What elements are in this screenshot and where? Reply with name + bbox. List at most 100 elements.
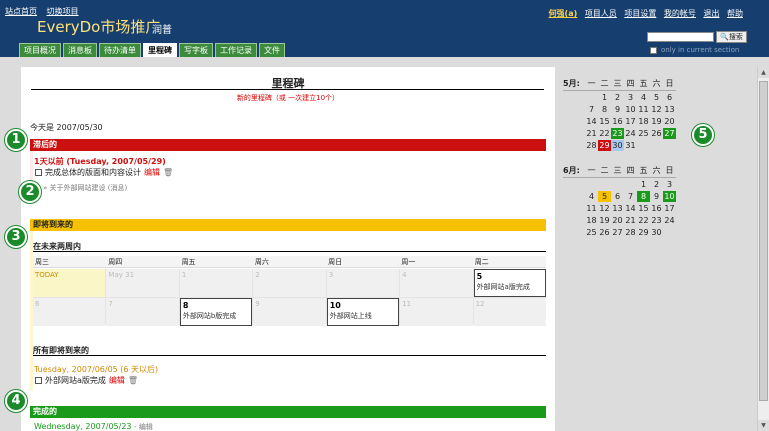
mini-calendar-day[interactable]: 23 — [650, 215, 663, 226]
mini-calendar-weekday: 日 — [665, 79, 674, 88]
mini-calendar-day[interactable]: 26 — [650, 128, 663, 139]
mini-calendar-day[interactable]: 8 — [598, 104, 611, 115]
mini-calendar-day[interactable]: 18 — [585, 215, 598, 226]
mini-calendar-day[interactable]: 17 — [624, 116, 637, 127]
help-link[interactable]: 帮助 — [727, 9, 743, 18]
mini-calendar-day[interactable]: 13 — [663, 104, 676, 115]
mini-calendar-day[interactable]: 21 — [585, 128, 598, 139]
mini-calendar-day[interactable]: 22 — [598, 128, 611, 139]
mini-calendar-day[interactable]: 17 — [663, 203, 676, 214]
site-home-link[interactable]: 站点首页 — [5, 7, 37, 16]
mini-calendar-milestone-day[interactable]: 23 — [611, 128, 624, 139]
mini-calendar-day[interactable]: 27 — [611, 227, 624, 238]
mini-calendar-day[interactable]: 5 — [650, 92, 663, 103]
mini-calendar-day[interactable]: 30 — [650, 227, 663, 238]
mini-calendar-day[interactable]: 24 — [624, 128, 637, 139]
mini-calendar-day[interactable]: 12 — [650, 104, 663, 115]
mini-calendar-day[interactable]: 25 — [585, 227, 598, 238]
mini-calendar-day[interactable]: 1 — [637, 179, 650, 190]
mini-calendar-day[interactable]: 10 — [624, 104, 637, 115]
mini-calendar-milestone-day[interactable]: 30 — [611, 140, 624, 151]
scroll-down-arrow-icon[interactable]: ▼ — [758, 420, 769, 431]
my-account-link[interactable]: 我的帐号 — [664, 9, 696, 18]
mini-calendar-day[interactable]: 14 — [585, 116, 598, 127]
mini-calendar-day[interactable]: 16 — [611, 116, 624, 127]
mini-calendar-day[interactable]: 12 — [598, 203, 611, 214]
upcoming-milestone-edit-link[interactable]: 编辑 — [109, 376, 125, 385]
mini-calendar-milestone-day[interactable]: 27 — [663, 128, 676, 139]
mini-calendar-day[interactable]: 9 — [650, 191, 663, 202]
only-current-section-checkbox[interactable] — [650, 47, 657, 54]
tab-time-tracking[interactable]: 工作记录 — [215, 43, 257, 57]
mini-calendar-day[interactable]: 3 — [663, 179, 676, 190]
new-milestone-link[interactable]: 新的里程碑（或 一次建立10个） — [21, 93, 555, 103]
mini-calendar-day[interactable]: 7 — [585, 104, 598, 115]
project-people-link[interactable]: 项目人员 — [585, 9, 617, 18]
mini-calendar-day[interactable]: 28 — [585, 140, 598, 151]
mini-calendar-day[interactable]: 31 — [624, 140, 637, 151]
mini-calendar-day[interactable]: 13 — [611, 203, 624, 214]
search-button[interactable]: 🔍搜索 — [716, 31, 747, 43]
mini-calendar-day[interactable]: 20 — [663, 116, 676, 127]
mini-calendar-day[interactable]: 20 — [611, 215, 624, 226]
trash-icon[interactable]: 🗑 — [128, 376, 138, 385]
mini-calendar-day[interactable]: 22 — [637, 215, 650, 226]
mini-calendar-day[interactable]: 18 — [637, 116, 650, 127]
mini-calendar-day[interactable]: 1 — [598, 92, 611, 103]
mini-calendar-day[interactable]: 2 — [650, 179, 663, 190]
calendar-event-label[interactable]: 外部网站a版完成 — [477, 282, 543, 292]
mini-calendar-milestone-day[interactable]: 8 — [637, 191, 650, 202]
late-milestone-message-link[interactable]: » 关于外部网站建设 (消息) — [43, 183, 127, 193]
mini-calendar-day[interactable]: 6 — [611, 191, 624, 202]
mini-calendar-day[interactable]: 4 — [637, 92, 650, 103]
mini-calendar-day[interactable]: 11 — [585, 203, 598, 214]
tab-messages[interactable]: 消息板 — [63, 43, 97, 57]
upcoming-milestone-checkbox[interactable] — [35, 377, 42, 384]
mini-calendar-day[interactable]: 7 — [624, 191, 637, 202]
user-name-link[interactable]: 何强(a) — [549, 9, 578, 18]
mini-calendar-day[interactable]: 19 — [650, 116, 663, 127]
late-milestone-checkbox[interactable] — [35, 169, 42, 176]
mini-calendar-day[interactable]: 11 — [637, 104, 650, 115]
scroll-thumb[interactable] — [759, 81, 768, 401]
trash-icon[interactable]: 🗑 — [163, 168, 173, 177]
tab-overview[interactable]: 项目概况 — [19, 43, 61, 57]
mini-calendar-day[interactable]: 3 — [624, 92, 637, 103]
mini-calendar-day[interactable]: 19 — [598, 215, 611, 226]
scroll-up-arrow-icon[interactable]: ▲ — [758, 67, 769, 78]
mini-calendar-day[interactable]: 26 — [598, 227, 611, 238]
vertical-scrollbar[interactable]: ▲ ▼ — [757, 67, 769, 431]
mini-calendar-june: 6月: 一二三四五六日 1 2 3 4 5 6 7 8 9 10 11 12 13 14 15 16 17 18 19 2… — [563, 165, 676, 239]
calendar-day-number: 7 — [108, 300, 113, 308]
project-settings-link[interactable]: 项目设置 — [624, 9, 656, 18]
tab-todos[interactable]: 待办清单 — [99, 43, 141, 57]
tab-milestones[interactable]: 里程碑 — [143, 43, 177, 57]
mini-calendar-day[interactable]: 24 — [663, 215, 676, 226]
mini-calendar-day[interactable]: 4 — [585, 191, 598, 202]
mini-calendar-weekday: 二 — [600, 79, 609, 88]
late-milestone-edit-link[interactable]: 编辑 — [144, 168, 160, 177]
mini-calendar-day[interactable]: 25 — [637, 128, 650, 139]
done-milestone-edit-link[interactable]: - 编辑 — [134, 423, 153, 431]
mini-calendar-week: 25 26 27 28 29 30 — [585, 227, 676, 239]
mini-calendar-milestone-day[interactable]: 10 — [663, 191, 676, 202]
mini-calendar-day[interactable]: 9 — [611, 104, 624, 115]
mini-calendar-milestone-day[interactable]: 29 — [598, 140, 611, 151]
search-input[interactable] — [647, 32, 714, 42]
tab-writeboard[interactable]: 写字板 — [179, 43, 213, 57]
mini-calendar-day[interactable]: 21 — [624, 215, 637, 226]
switch-project-link[interactable]: 切换项目 — [47, 7, 79, 16]
mini-calendar-day[interactable]: 6 — [663, 92, 676, 103]
mini-calendar-day[interactable]: 15 — [598, 116, 611, 127]
mini-calendar-day[interactable]: 29 — [637, 227, 650, 238]
calendar-event-label[interactable]: 外部网站上线 — [330, 311, 396, 321]
mini-calendar-day[interactable]: 28 — [624, 227, 637, 238]
mini-calendar-day[interactable]: 15 — [637, 203, 650, 214]
mini-calendar-day[interactable]: 14 — [624, 203, 637, 214]
tab-files[interactable]: 文件 — [259, 43, 285, 57]
mini-calendar-milestone-day[interactable]: 5 — [598, 191, 611, 202]
mini-calendar-day[interactable]: 16 — [650, 203, 663, 214]
logout-link[interactable]: 退出 — [703, 9, 719, 18]
calendar-event-label[interactable]: 外部网站b版完成 — [183, 311, 249, 321]
mini-calendar-day[interactable]: 2 — [611, 92, 624, 103]
